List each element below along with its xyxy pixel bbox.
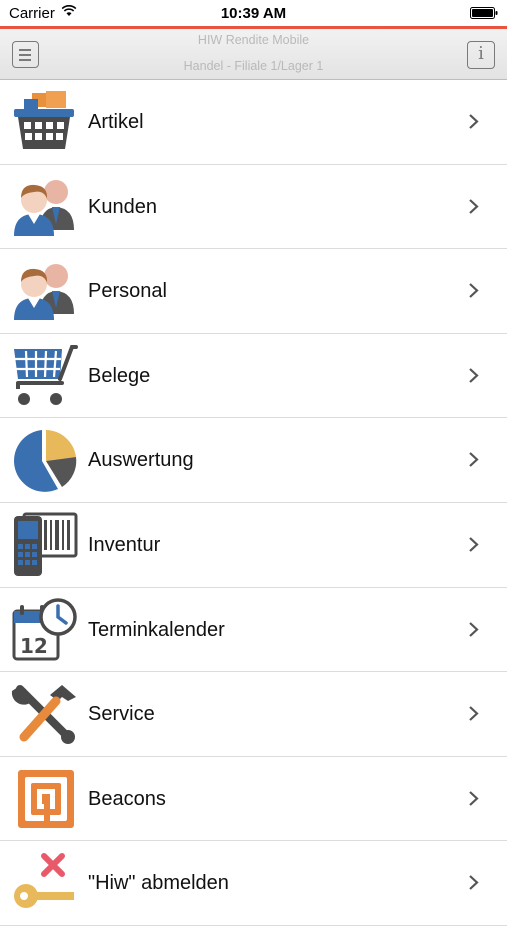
chevron-right-icon	[469, 537, 479, 552]
menu-item-label: Service	[88, 703, 155, 726]
menu-item-label: Artikel	[88, 111, 144, 133]
menu-item-label: Inventur	[88, 533, 161, 556]
menu-item-label: Personal	[88, 280, 167, 303]
chevron-right-icon	[469, 367, 479, 383]
menu-item-service[interactable]: Service	[0, 672, 507, 757]
menu-item-auswertung[interactable]: Auswertung	[0, 418, 507, 503]
customers-icon	[14, 179, 74, 236]
menu-item-label: Auswertung	[88, 449, 194, 472]
chevron-right-icon	[469, 452, 479, 468]
menu-item-beacons[interactable]: Beacons	[0, 757, 507, 842]
chevron-right-icon	[469, 283, 479, 298]
tools-icon	[11, 685, 76, 745]
chevron-right-icon	[469, 790, 479, 806]
menu-item-label: Belege	[88, 364, 151, 387]
beacon-icon	[18, 769, 74, 828]
chevron-right-icon	[469, 621, 479, 637]
menu-item-artikel[interactable]: Artikel	[0, 80, 507, 165]
menu-item-label: "Hiw" abmelden	[88, 872, 229, 895]
battery-icon	[470, 7, 498, 19]
menu-item-logout[interactable]: "Hiw" abmelden	[0, 841, 507, 926]
navigation-bar: HIW Rendite Mobile Handel - Filiale 1/La…	[0, 29, 507, 80]
main-menu-list: Artikel Kunden Personal Belege Auswertun…	[0, 80, 507, 926]
menu-item-label: Beacons	[88, 787, 166, 810]
chevron-right-icon	[469, 198, 479, 214]
chevron-right-icon	[469, 114, 479, 129]
menu-item-belege[interactable]: Belege	[0, 334, 507, 419]
pie-chart-icon	[14, 430, 77, 493]
info-button[interactable]: i	[467, 41, 495, 69]
menu-item-kunden[interactable]: Kunden	[0, 165, 507, 250]
barcode-scanner-icon	[14, 512, 78, 576]
app-title: HIW Rendite Mobile	[197, 33, 310, 47]
status-bar: Carrier 10:39 AM	[0, 0, 507, 27]
chevron-right-icon	[469, 875, 479, 891]
location-subtitle: Handel - Filiale 1/Lager 1	[183, 59, 324, 73]
svg-text:12: 12	[20, 634, 48, 658]
calendar-clock-icon: 12	[12, 597, 77, 661]
menu-item-personal[interactable]: Personal	[0, 249, 507, 334]
basket-icon	[14, 91, 74, 149]
menu-item-label: Terminkalender	[88, 618, 225, 641]
shopping-cart-icon	[14, 344, 78, 405]
clock: 10:39 AM	[220, 5, 287, 22]
staff-icon	[14, 264, 74, 321]
menu-item-terminkalender[interactable]: 12 Terminkalender	[0, 588, 507, 673]
menu-item-label: Kunden	[88, 195, 157, 218]
logout-key-icon	[14, 853, 74, 909]
menu-item-inventur[interactable]: Inventur	[0, 503, 507, 588]
chevron-right-icon	[469, 706, 479, 721]
